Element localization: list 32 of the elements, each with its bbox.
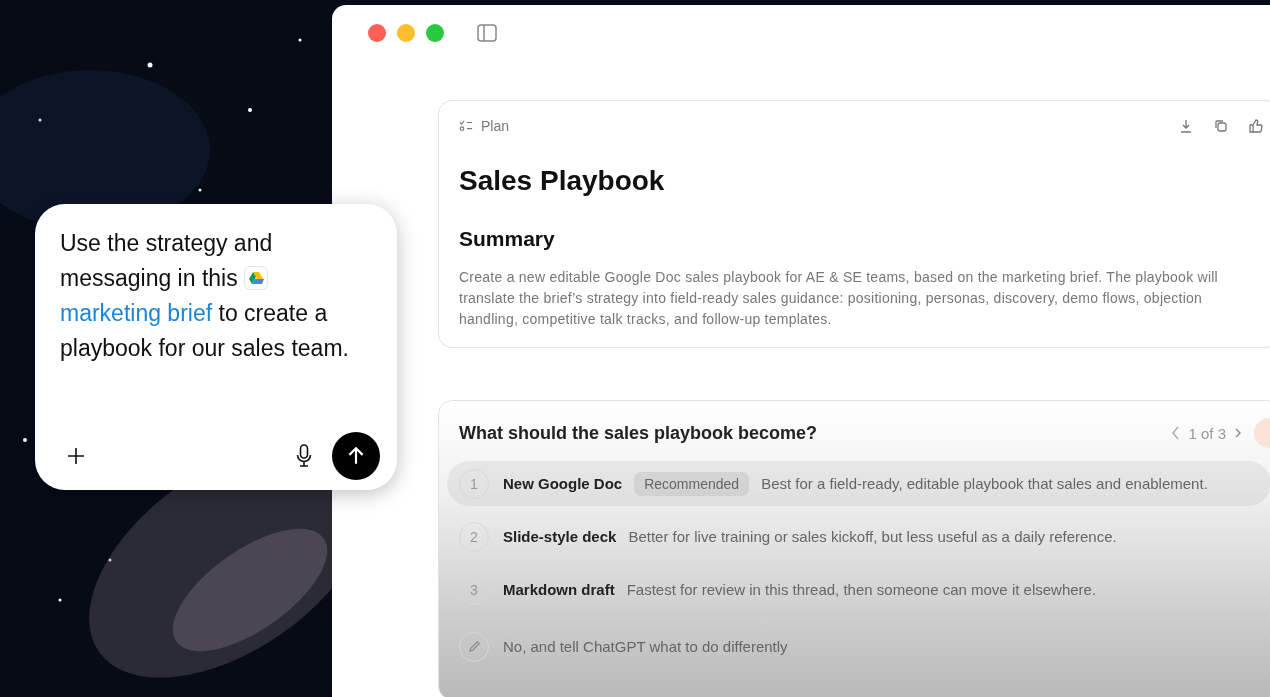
option-title: New Google Doc — [503, 475, 623, 492]
thumbs-up-icon[interactable] — [1249, 119, 1263, 133]
copy-icon[interactable] — [1214, 119, 1228, 133]
option-description: Fastest for review in this thread, then someone can move it elsewhere. — [626, 581, 1097, 598]
document-title: Sales Playbook — [459, 165, 666, 197]
pager-text: 1 of 3 — [1188, 424, 1226, 442]
question-title: What should the sales playbook become? — [459, 422, 818, 444]
close-button[interactable] — [368, 24, 386, 42]
drive-icon — [244, 266, 269, 290]
section-heading: Summary — [459, 227, 556, 251]
recommended-tag: Recommended — [634, 471, 750, 496]
option-description: Better for live training or sales kickoff, but less useful as a daily reference. — [628, 528, 1117, 545]
send-button[interactable] — [332, 432, 380, 480]
download-icon[interactable] — [1179, 119, 1193, 133]
sidebar-toggle-icon[interactable] — [477, 24, 497, 42]
microphone-icon[interactable] — [296, 444, 312, 468]
answer-option[interactable]: 2 Slide-style deck Better for live training or sales kickoff, but less useful as a daily reference. — [447, 514, 1270, 559]
previous-icon[interactable] — [1172, 426, 1181, 440]
zoom-button[interactable] — [426, 24, 444, 42]
option-title: Markdown draft — [503, 581, 615, 598]
answer-option[interactable]: 1 New Google Doc Recommended Best for a field-ready, editable playbook that sales and enablement. — [447, 461, 1270, 506]
answer-option[interactable]: 3 Markdown draft Fastest for review in this thread, then someone can move it elsewhere. — [447, 567, 1270, 612]
custom-answer-text: No, and tell ChatGPT what to do differently — [503, 638, 788, 655]
prompt-text: Use the strategy and messaging in this marketing brief to create a playbook for our sales team. — [60, 229, 350, 363]
option-title: Slide-style deck — [503, 528, 617, 545]
summary-text: Create a new editable Google Doc sales playbook for AE & SE teams, based on the marketing brief. The playbook will translate the brief’s strategy into field-ready sales guidance: positioning, personas, discovery, demo flows, objection handling, competitive talk tracks, and follow-up templates. — [459, 268, 1219, 329]
plan-label: Plan — [481, 118, 510, 134]
next-icon[interactable] — [1234, 426, 1242, 440]
checklist-icon — [459, 119, 473, 133]
document-link[interactable]: marketing brief — [60, 300, 213, 326]
add-icon[interactable] — [66, 446, 86, 466]
option-description: Best for a field-ready, editable playbook that sales and enablement. — [761, 475, 1208, 492]
